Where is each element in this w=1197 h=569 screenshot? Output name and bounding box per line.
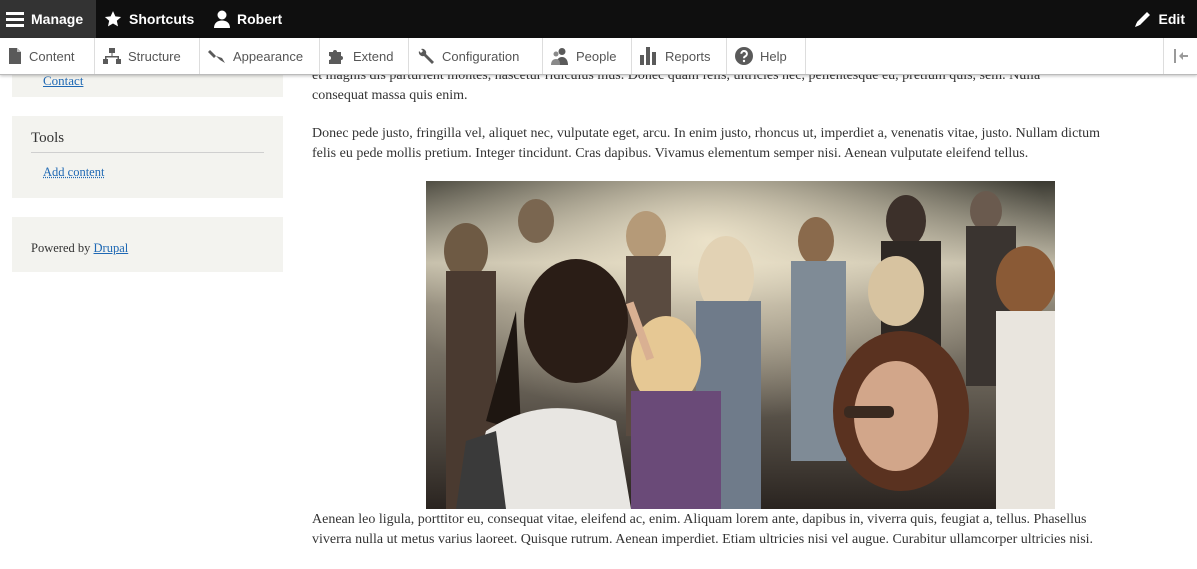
wrench-icon (418, 48, 434, 64)
tray-item-label: People (576, 48, 617, 64)
shortcuts-label: Shortcuts (129, 11, 195, 27)
add-content-link[interactable]: Add content (43, 165, 104, 180)
people-icon (551, 48, 568, 65)
drupal-link[interactable]: Drupal (94, 241, 129, 255)
tray-item-extend[interactable]: Extend (320, 38, 409, 74)
paragraph-line: Donec pede justo, fringilla vel, aliquet… (312, 126, 1101, 141)
tools-heading: Tools (31, 130, 65, 146)
help-icon (735, 47, 753, 65)
tray-item-content[interactable]: Content (0, 38, 95, 74)
star-icon (104, 11, 122, 27)
tray-item-label: Appearance (233, 48, 304, 64)
user-label: Robert (237, 11, 283, 27)
powered-by-block: Powered by Drupal (12, 217, 283, 272)
crowd-photo (426, 181, 1055, 509)
manage-tab[interactable]: Manage (0, 0, 96, 38)
collapse-tray-icon (1173, 49, 1188, 63)
collapse-tray-button[interactable] (1163, 38, 1197, 74)
hamburger-icon (6, 12, 24, 27)
tray-item-label: Configuration (442, 48, 520, 64)
tray-item-label: Content (29, 48, 75, 64)
admin-tray: Content Structure Appearance Extend Conf… (0, 38, 1197, 75)
body-paragraph: Donec pede justo, fringilla vel, aliquet… (312, 124, 1186, 164)
bar-chart-icon (640, 47, 656, 65)
sitemap-icon (103, 48, 121, 64)
paragraph-line: viverra nulla ut metus varius laoreet. Q… (312, 532, 1094, 547)
paragraph-line: Aenean leo ligula, porttitor eu, consequ… (312, 512, 1087, 527)
user-icon (214, 10, 230, 28)
manage-label: Manage (31, 11, 84, 27)
tray-item-help[interactable]: Help (727, 38, 806, 74)
edit-tab[interactable]: Edit (1134, 0, 1185, 38)
tray-item-people[interactable]: People (543, 38, 632, 74)
tools-block: Tools Add content (12, 116, 283, 198)
tray-item-label: Structure (128, 48, 181, 64)
tray-item-reports[interactable]: Reports (632, 38, 727, 74)
paragraph-line: consequat massa quis enim. (312, 88, 468, 103)
tray-item-appearance[interactable]: Appearance (200, 38, 320, 74)
edit-label: Edit (1158, 11, 1185, 27)
powered-by-text: Powered by Drupal (31, 241, 128, 256)
tray-item-structure[interactable]: Structure (95, 38, 200, 74)
pencil-icon (1134, 12, 1150, 27)
user-tab[interactable]: Robert (214, 0, 282, 38)
body-paragraph: Aenean leo ligula, porttitor eu, consequ… (312, 510, 1186, 550)
page-icon (9, 48, 21, 64)
paint-icon (208, 50, 225, 63)
puzzle-icon (329, 50, 343, 64)
admin-toolbar: Manage Shortcuts Robert Edit (0, 0, 1197, 38)
tray-item-label: Extend (353, 48, 394, 64)
paragraph-line: felis eu pede mollis pretium. Integer ti… (312, 146, 1029, 161)
tools-divider (31, 152, 264, 153)
tray-item-configuration[interactable]: Configuration (409, 38, 543, 74)
tray-item-label: Reports (665, 48, 711, 64)
sidebar-contact-link[interactable]: Contact (43, 73, 83, 89)
tray-item-label: Help (760, 48, 787, 64)
article-photo (426, 181, 1055, 509)
powered-by-prefix: Powered by (31, 241, 94, 255)
shortcuts-tab[interactable]: Shortcuts (104, 0, 194, 38)
